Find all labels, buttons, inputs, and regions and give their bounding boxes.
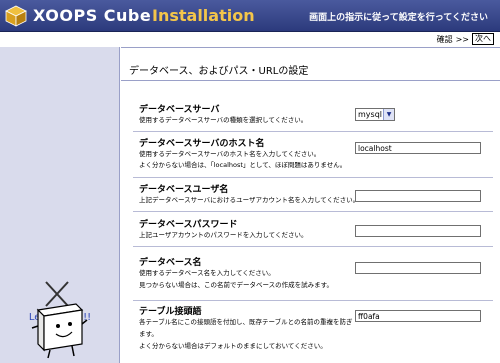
db-password-desc: 上記ユーザアカウントのパスワードを入力してください。 <box>139 231 308 239</box>
db-server-select[interactable]: mysql ▼ <box>355 108 395 121</box>
nav-controls: 確認 >> 次へ <box>437 33 494 45</box>
db-name-row: データベース名 使用するデータベース名を入力してください。 見つからない場合は、… <box>133 255 493 301</box>
db-server-label: データベースサーバ <box>139 105 220 115</box>
db-user-desc: 上記データベースサーバにおけるユーザアカウント名を入力してください。 <box>139 196 360 204</box>
table-prefix-desc-1: 各テーブル名にこの接頭語を付加し、既存テーブルとの名前の重複を防ぎ <box>139 318 353 326</box>
page-title: Installation <box>152 6 255 25</box>
db-user-row: データベースユーザ名 上記データベースサーバにおけるユーザアカウント名を入力して… <box>133 182 493 212</box>
left-sidebar: Let's Start !! <box>0 47 120 363</box>
table-prefix-desc-3: よく分からない場合はデフォルトのままにしておいてください。 <box>139 342 327 350</box>
cube-logo-icon <box>5 5 27 27</box>
table-prefix-input[interactable] <box>355 310 481 322</box>
table-prefix-desc-2: ます。 <box>139 330 158 338</box>
nav-strip: 確認 >> 次へ <box>0 32 500 47</box>
db-name-input[interactable] <box>355 262 481 274</box>
db-host-desc-2: よく分からない場合は、「localhost」として、ほぼ問題はありません。 <box>139 161 347 169</box>
db-name-desc-2: 見つからない場合は、この名前でデータベースの作成を試みます。 <box>139 281 334 289</box>
db-server-select-value: mysql <box>358 110 382 119</box>
header-bar: XOOPS Cube Installation 画面上の指示に従って設定を行って… <box>0 0 500 32</box>
header-instruction: 画面上の指示に従って設定を行ってください <box>309 13 488 23</box>
db-user-label: データベースユーザ名 <box>139 185 229 195</box>
db-name-desc-1: 使用するデータベース名を入力してください。 <box>139 269 275 277</box>
db-server-desc: 使用するデータベースサーバの種類を選択してください。 <box>139 116 308 124</box>
confirm-link[interactable]: 確認 <box>437 34 453 45</box>
table-prefix-label: テーブル接頭語 <box>139 307 202 317</box>
table-prefix-row: テーブル接頭語 各テーブル名にこの接頭語を付加し、既存テーブルとの名前の重複を防… <box>133 304 493 363</box>
db-host-row: データベースサーバのホスト名 使用するデータベースサーバのホスト名を入力してくだ… <box>133 136 493 178</box>
nav-separator: >> <box>455 34 469 44</box>
db-host-input[interactable] <box>355 142 481 154</box>
chevron-down-icon[interactable]: ▼ <box>383 109 394 120</box>
next-button[interactable]: 次へ <box>472 33 494 45</box>
db-host-label: データベースサーバのホスト名 <box>139 139 265 149</box>
main-content: データベース、およびパス・URLの設定 データベースサーバ 使用するデータベース… <box>121 47 500 363</box>
db-user-input[interactable] <box>355 190 481 202</box>
logo-text: XOOPS Cube <box>33 6 152 25</box>
mascot-cube-icon <box>31 281 88 359</box>
db-server-row: データベースサーバ 使用するデータベースサーバの種類を選択してください。 mys… <box>133 102 493 132</box>
db-host-desc-1: 使用するデータベースサーバのホスト名を入力してください。 <box>139 150 321 158</box>
db-password-input[interactable] <box>355 225 481 237</box>
db-name-label: データベース名 <box>139 258 202 268</box>
section-title: データベース、およびパス・URLの設定 <box>129 66 309 77</box>
db-password-label: データベースパスワード <box>139 220 238 230</box>
title-divider <box>121 80 500 81</box>
db-password-row: データベースパスワード 上記ユーザアカウントのパスワードを入力してください。 <box>133 217 493 247</box>
